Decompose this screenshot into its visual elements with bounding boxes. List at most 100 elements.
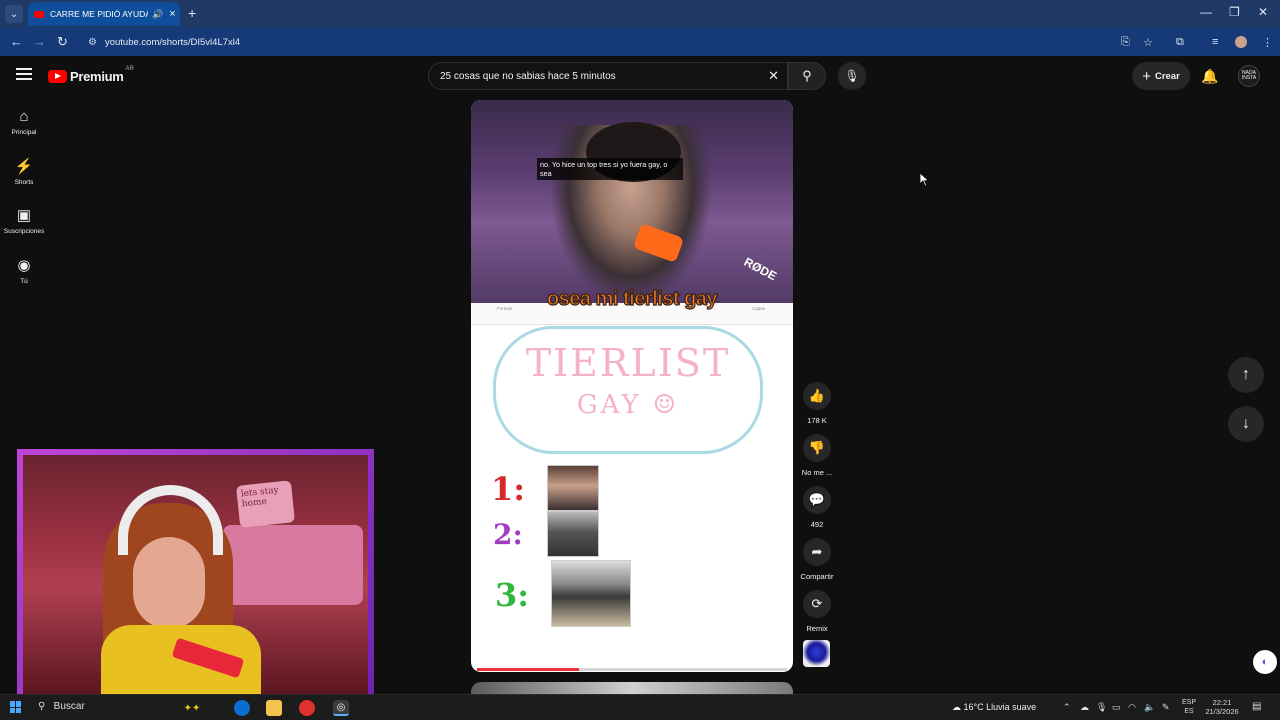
sidebar-item-label: Principal (11, 129, 37, 136)
window-close-button[interactable]: ✕ (1258, 5, 1268, 19)
tray-chevron-icon[interactable]: ⌃ (1063, 702, 1071, 713)
audio-playing-icon[interactable]: 🔊 (152, 9, 163, 20)
windows-taskbar: ⚲ Buscar ✦✦ ◎ ☁ 16°C Lluvia suave ⌃ ☁ 🎙 … (0, 694, 1280, 720)
share-button[interactable]: ➦ Compartir (798, 538, 836, 581)
profile-avatar[interactable] (1235, 36, 1247, 48)
tab-search-button[interactable]: ⌄ (5, 5, 23, 23)
back-arrow-icon[interactable]: ← (10, 34, 23, 49)
windows-start-icon[interactable] (10, 701, 22, 713)
clock-date: 21/3/2026 (1205, 707, 1239, 716)
channel-avatar[interactable] (803, 640, 830, 667)
window-restore-button[interactable]: ❐ (1229, 5, 1240, 19)
taskbar-widget-icon[interactable]: ✦✦ (184, 700, 201, 716)
address-bar[interactable]: ⚙ youtube.com/shorts/DI5vl4L7xl4 (80, 31, 1160, 53)
previous-short-button[interactable]: ↑ (1228, 357, 1264, 393)
pillow: lets stay home (235, 480, 296, 528)
video-progress-track[interactable] (579, 668, 787, 671)
tray-volume-icon[interactable]: 🔈 (1144, 702, 1155, 713)
rank-1-photo (547, 465, 599, 511)
next-short-button[interactable]: ↓ (1228, 406, 1264, 442)
create-button[interactable]: + Crear (1132, 62, 1190, 90)
tray-cloud-icon[interactable]: ☁ (1080, 702, 1089, 713)
sidebar-item-shorts[interactable]: ⚡ Shorts (0, 157, 48, 186)
pillow-text: lets stay home (240, 485, 280, 510)
tierlist-title: TIERLIST (525, 341, 731, 385)
notifications-center-icon[interactable]: ▤ (1252, 701, 1261, 712)
browser-menu-icon[interactable]: ⋮ (1262, 36, 1273, 49)
voice-search-button[interactable]: 🎙 (838, 62, 866, 90)
sidebar-item-label: Tú (20, 278, 28, 285)
search-input[interactable]: 25 cosas que no sabias hace 5 minutos ✕ (428, 62, 788, 90)
youtube-logo[interactable]: Premium AR (48, 65, 134, 84)
tray-display-icon[interactable]: ▭ (1112, 702, 1121, 713)
dislike-button[interactable]: 👎 No me ... (798, 434, 836, 477)
media-controls-icon[interactable]: ≡ (1212, 36, 1218, 48)
extension-badge-icon[interactable]: ◐ (1253, 650, 1277, 674)
edge-browser-icon[interactable] (234, 700, 250, 716)
tray-wifi-icon[interactable]: ◠ (1128, 702, 1136, 713)
tab-close-icon[interactable]: × (169, 8, 175, 20)
plus-icon: + (1142, 67, 1151, 85)
address-url: youtube.com/shorts/DI5vl4L7xl4 (104, 36, 241, 48)
search-button[interactable]: ⚲ (788, 62, 826, 90)
weather-text: 16°C Lluvia suave (963, 702, 1037, 712)
thumbs-up-icon: 👍 (803, 382, 831, 410)
install-app-icon[interactable]: ⎘ (1121, 36, 1130, 49)
sidebar-item-label: Suscripciones (3, 228, 45, 235)
input-language[interactable]: ESP ES (1182, 698, 1196, 716)
tray-mic-icon[interactable]: 🎙 (1096, 702, 1107, 713)
account-avatar[interactable]: NADA INSTA (1238, 65, 1260, 87)
file-explorer-icon[interactable] (266, 700, 282, 716)
guide-menu-icon[interactable] (16, 68, 32, 82)
remix-label: Remix (806, 624, 828, 633)
obs-app-icon[interactable] (299, 700, 315, 716)
clear-search-icon[interactable]: ✕ (768, 68, 779, 84)
rank-3-label: 3: (495, 576, 530, 614)
search-query: 25 cosas que no sabias hace 5 minutos (440, 70, 616, 82)
new-tab-button[interactable]: + (188, 5, 196, 21)
live-subtitle: no. Yo hice un top tres si yo fuera gay,… (537, 158, 683, 180)
video-progress-bar[interactable] (477, 668, 579, 671)
country-code: AR (125, 65, 134, 72)
site-info-icon[interactable]: ⚙ (88, 37, 97, 48)
bookmark-star-icon[interactable]: ☆ (1143, 36, 1153, 49)
short-webcam-area: RØDE no. Yo hice un top tres si yo fuera… (471, 100, 793, 303)
rank-3-photo (551, 560, 631, 627)
weather-widget[interactable]: ☁ 16°C Lluvia suave (952, 702, 1036, 713)
taskbar-clock[interactable]: 22:21 21/3/2026 (1204, 698, 1240, 716)
search-icon: ⚲ (802, 68, 812, 83)
comment-count: 492 (810, 520, 824, 529)
browser-toolbar: ← → ↻ ⚙ youtube.com/shorts/DI5vl4L7xl4 ⎘… (0, 28, 1280, 56)
arrow-up-icon: ↑ (1242, 366, 1250, 383)
tray-pen-icon[interactable]: ✎ (1162, 702, 1170, 713)
create-label: Crear (1154, 70, 1180, 82)
notifications-bell-icon[interactable]: 🔔 (1201, 68, 1218, 85)
rank-2-label: 2: (493, 518, 523, 551)
extensions-icon[interactable]: ⧉ (1176, 36, 1184, 49)
like-button[interactable]: 👍 178 K (798, 382, 836, 425)
comments-button[interactable]: 💬 492 (798, 486, 836, 529)
remix-icon: ⟳ (803, 590, 831, 618)
home-icon: ⌂ (19, 108, 29, 125)
taskbar-search[interactable]: ⚲ Buscar (38, 701, 85, 712)
chrome-browser-icon[interactable]: ◎ (333, 700, 349, 716)
reload-icon[interactable]: ↻ (57, 34, 68, 50)
remix-button[interactable]: ⟳ Remix (798, 590, 836, 633)
webcam-overlay: lets stay home (17, 449, 374, 702)
comment-icon: 💬 (803, 486, 831, 514)
clock-time: 22:21 (1212, 698, 1232, 707)
logo-premium-text: Premium (70, 69, 124, 84)
sidebar-item-suscripciones[interactable]: ▣ Suscripciones (0, 206, 48, 235)
short-video-player[interactable]: RØDE no. Yo hice un top tres si yo fuera… (471, 100, 793, 672)
dislike-label: No me ... (801, 468, 833, 477)
window-minimize-button[interactable]: — (1200, 5, 1212, 19)
sidebar-item-tu[interactable]: ◉ Tú (0, 256, 48, 285)
browser-tab-active[interactable]: CARRE ME PIDIÓ AYUDA PA 🔊 × (28, 2, 180, 26)
youtube-favicon-icon (34, 10, 44, 18)
rode-brand-text: RØDE (741, 254, 779, 284)
sidebar-item-principal[interactable]: ⌂ Principal (0, 108, 48, 136)
forward-arrow-icon[interactable]: → (33, 34, 46, 49)
lang-top: ESP (1182, 699, 1197, 706)
arrow-down-icon: ↓ (1242, 415, 1250, 432)
bed-background (223, 525, 363, 605)
